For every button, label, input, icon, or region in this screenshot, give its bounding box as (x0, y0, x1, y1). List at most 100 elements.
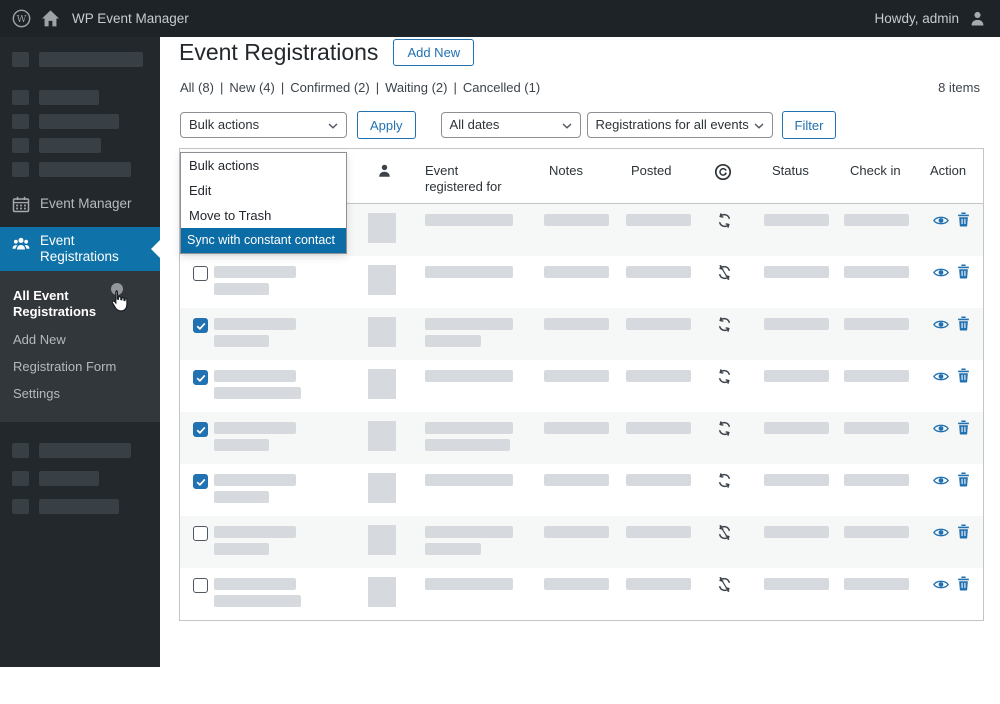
posted-placeholder-bar (626, 214, 691, 226)
placeholder-icon (12, 499, 29, 514)
event-placeholder-bar (425, 526, 513, 538)
avatar-cell (368, 412, 425, 464)
delete-icon[interactable] (957, 524, 970, 539)
apply-button[interactable]: Apply (357, 111, 416, 139)
view-icon[interactable] (933, 215, 949, 226)
row-checkbox[interactable] (193, 318, 208, 333)
sync-cell (710, 256, 764, 308)
notes-cell (544, 412, 626, 464)
header-avatar-cell (368, 149, 425, 203)
delete-icon[interactable] (957, 264, 970, 279)
view-icon[interactable] (933, 319, 949, 330)
view-icon[interactable] (933, 267, 949, 278)
submenu-item-all-event-registrations[interactable]: All Event Registrations (13, 288, 123, 320)
events-filter-select[interactable]: Registrations for all events (587, 112, 773, 138)
event-cell (425, 360, 544, 412)
avatar-cell (368, 308, 425, 360)
notes-placeholder-bar (544, 318, 609, 330)
avatar (368, 473, 396, 503)
filter-button[interactable]: Filter (782, 111, 837, 139)
view-icon[interactable] (933, 475, 949, 486)
avatar (368, 213, 396, 243)
submenu-item-registration-form[interactable]: Registration Form (13, 359, 123, 375)
event-placeholder-bar (425, 214, 513, 226)
view-link[interactable]: Cancelled (1) (463, 80, 540, 95)
row-checkbox[interactable] (193, 266, 208, 281)
posted-cell (626, 204, 710, 256)
name-placeholder-bar (214, 335, 269, 347)
name-placeholder-bar (214, 474, 296, 486)
placeholder-icon (12, 471, 29, 486)
placeholder-bar (39, 52, 143, 67)
header-notes-cell: Notes (544, 149, 626, 203)
status-placeholder-bar (764, 578, 829, 590)
event-placeholder-bar (425, 335, 481, 347)
site-title[interactable]: WP Event Manager (72, 11, 189, 26)
sidebar-menu-placeholder (0, 162, 160, 177)
view-link[interactable]: Waiting (2) (385, 80, 447, 95)
delete-icon[interactable] (957, 368, 970, 383)
delete-icon[interactable] (957, 576, 970, 591)
action-cell (930, 360, 983, 412)
checkin-cell (844, 516, 930, 568)
wordpress-logo-icon[interactable] (12, 9, 31, 28)
avatar-cell (368, 204, 425, 256)
add-new-button[interactable]: Add New (393, 39, 474, 66)
main-content: Event Registrations Add New All (8)|New … (160, 37, 1000, 667)
view-icon[interactable] (933, 527, 949, 538)
avatar-cell (368, 516, 425, 568)
avatar (368, 369, 396, 399)
table-body (180, 204, 983, 620)
admin-sidebar: Event Manager Event Registrations All Ev… (0, 37, 160, 667)
delete-icon[interactable] (957, 472, 970, 487)
posted-cell (626, 464, 710, 516)
row-checkbox[interactable] (193, 370, 208, 385)
submenu-item-settings[interactable]: Settings (13, 386, 123, 402)
row-checkbox[interactable] (193, 526, 208, 541)
view-link[interactable]: All (8) (180, 80, 214, 95)
row-checkbox[interactable] (193, 422, 208, 437)
notes-cell (544, 464, 626, 516)
posted-cell (626, 360, 710, 412)
view-icon[interactable] (933, 371, 949, 382)
sync-disabled-icon (716, 524, 733, 541)
view-icon[interactable] (933, 423, 949, 434)
bulk-actions-select[interactable]: Bulk actions (180, 112, 347, 138)
row-checkbox[interactable] (193, 474, 208, 489)
sidebar-menu-placeholder (0, 471, 160, 486)
table-row (180, 256, 983, 308)
home-icon[interactable] (41, 9, 60, 28)
view-icon[interactable] (933, 579, 949, 590)
notes-cell (544, 360, 626, 412)
avatar (368, 577, 396, 607)
checkin-cell (844, 360, 930, 412)
registrant-name-cell (214, 308, 368, 360)
name-placeholder-bar (214, 370, 296, 382)
bulk-dropdown-option[interactable]: Bulk actions (181, 153, 346, 178)
view-link[interactable]: New (4) (229, 80, 275, 95)
bulk-dropdown-option[interactable]: Edit (181, 178, 346, 203)
checkin-cell (844, 204, 930, 256)
howdy-admin-link[interactable]: Howdy, admin (874, 11, 959, 26)
delete-icon[interactable] (957, 212, 970, 227)
submenu-item-add-new[interactable]: Add New (13, 332, 123, 348)
registrant-name-cell (214, 516, 368, 568)
registrant-name-cell (214, 360, 368, 412)
dates-filter-select[interactable]: All dates (441, 112, 581, 138)
sync-cell (710, 412, 764, 464)
delete-icon[interactable] (957, 316, 970, 331)
delete-icon[interactable] (957, 420, 970, 435)
row-checkbox[interactable] (193, 578, 208, 593)
bulk-dropdown-option[interactable]: Sync with constant contact (181, 228, 346, 253)
view-link[interactable]: Confirmed (2) (290, 80, 369, 95)
placeholder-icon (12, 90, 29, 105)
posted-placeholder-bar (626, 318, 691, 330)
checkin-placeholder-bar (844, 422, 909, 434)
sidebar-item-event-manager[interactable]: Event Manager (0, 186, 160, 223)
user-avatar-icon[interactable] (969, 10, 986, 27)
bulk-dropdown-option[interactable]: Move to Trash (181, 203, 346, 228)
status-cell (764, 464, 844, 516)
sidebar-item-event-registrations[interactable]: Event Registrations (0, 227, 160, 271)
name-placeholder-bar (214, 283, 269, 295)
sync-cell (710, 308, 764, 360)
